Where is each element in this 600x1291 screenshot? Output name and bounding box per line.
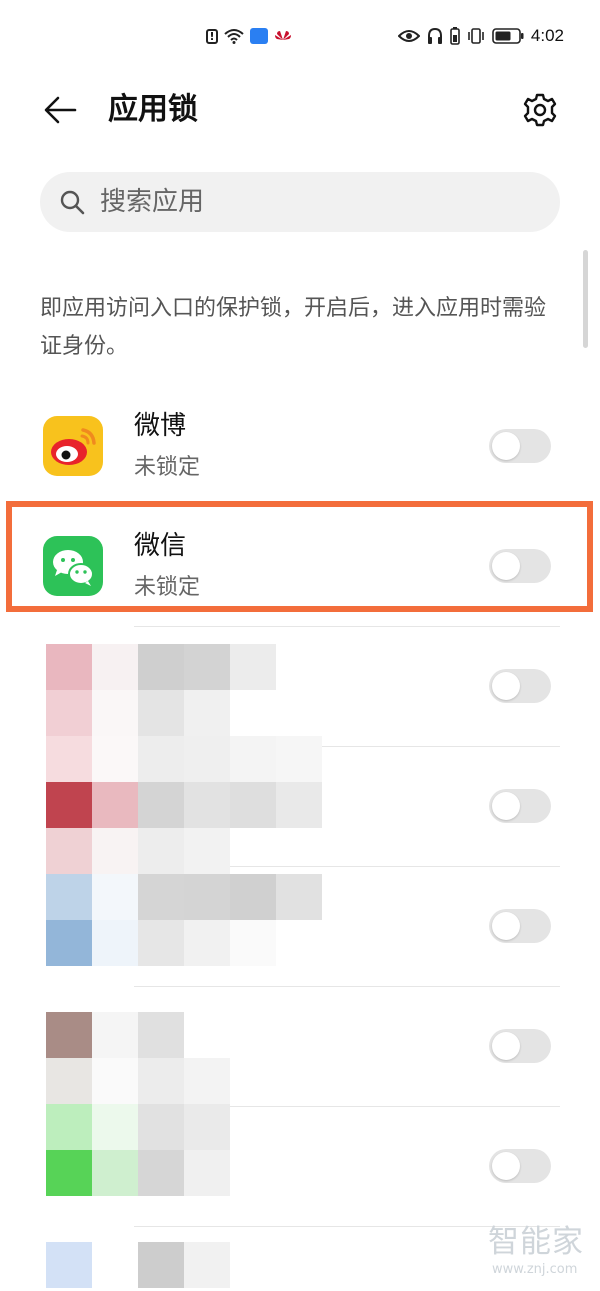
alert-icon: !: [206, 28, 218, 44]
gear-icon: [523, 93, 557, 127]
vibrate-icon: [468, 28, 484, 44]
battery-icon: [492, 28, 524, 44]
divider: [134, 626, 560, 627]
eye-icon: [397, 30, 420, 42]
headphone-icon: [427, 27, 442, 44]
notification-icons: !: [206, 24, 292, 48]
wifi-icon: [224, 29, 244, 44]
description-text: 即应用访问入口的保护锁，开启后，进入应用时需验证身份。: [40, 296, 547, 359]
lock-toggle[interactable]: [489, 429, 551, 463]
back-button[interactable]: [40, 92, 80, 128]
lock-toggle[interactable]: [489, 909, 551, 943]
search-input[interactable]: [100, 172, 540, 232]
huawei-logo-icon: [275, 31, 291, 40]
system-icons: 4:02: [397, 24, 564, 48]
lock-toggle[interactable]: [489, 789, 551, 823]
search-icon: [60, 190, 85, 215]
watermark: 智能家 www.znj.com: [488, 1224, 588, 1284]
lock-status: 未锁定: [134, 455, 201, 480]
cloud-icon: [250, 28, 268, 44]
clock: 4:02: [530, 26, 564, 45]
arrow-left-icon: [44, 96, 77, 124]
watermark-url: www.znj.com: [492, 1262, 578, 1277]
app-name: 微博: [134, 411, 187, 441]
lock-toggle[interactable]: [489, 1029, 551, 1063]
status-bar: ! 4:02: [0, 0, 600, 72]
header: 应用锁: [0, 72, 600, 150]
lock-toggle[interactable]: [489, 1149, 551, 1183]
app-row-weibo[interactable]: 微博 未锁定: [0, 387, 600, 507]
settings-button[interactable]: [520, 90, 560, 130]
scrollbar[interactable]: [583, 250, 588, 348]
highlight-box: [6, 501, 593, 612]
divider: [134, 986, 560, 987]
search-bar[interactable]: [40, 172, 560, 232]
page-title: 应用锁: [108, 92, 198, 127]
small-battery-icon: [450, 27, 460, 45]
lock-toggle[interactable]: [489, 669, 551, 703]
watermark-text: 智能家: [488, 1224, 584, 1260]
weibo-app-icon: [43, 416, 103, 476]
